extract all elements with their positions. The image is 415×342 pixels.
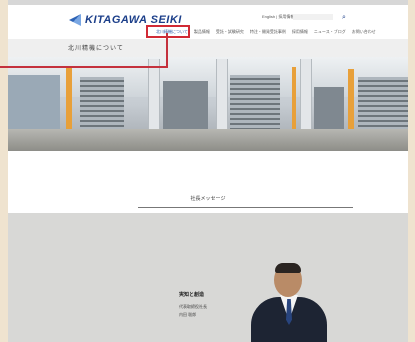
hero-machine: [163, 81, 208, 129]
nav-item-cases[interactable]: 特注・開発受託事例: [250, 29, 286, 35]
hero-orange-rail: [348, 69, 354, 133]
nav-highlight-box: [146, 25, 190, 38]
site-header: KITAGAWA SEIKI English | 採用情報 ⌕ 北川精機について…: [8, 5, 408, 39]
hero-machine: [314, 87, 344, 133]
search-input[interactable]: [293, 14, 333, 20]
hero-orange-rail: [292, 67, 296, 133]
hero-orange-rail: [66, 67, 72, 137]
logo-mark-icon: [69, 14, 81, 26]
portrait-hair: [275, 263, 301, 273]
hero-floor: [8, 129, 408, 151]
hero-pillar: [148, 59, 160, 137]
page-title-bar: 北川精機について: [8, 39, 408, 57]
message-title: 代表取締役社長: [179, 304, 207, 309]
callout-line-vertical: [166, 33, 168, 68]
message-person-name: 内田 聡郎: [179, 312, 197, 317]
hero-rack: [230, 75, 280, 133]
president-portrait: [246, 263, 336, 342]
hero-rack: [358, 77, 408, 133]
hero-factory-image: [8, 57, 408, 151]
callout-line-horizontal: [0, 66, 168, 68]
nav-item-products[interactable]: 製品情報: [194, 29, 210, 35]
nav-item-news[interactable]: ニュース・ブログ: [314, 29, 346, 35]
page-title: 北川精機について: [68, 45, 124, 52]
language-links[interactable]: English | 採用情報: [262, 14, 294, 20]
nav-item-contact[interactable]: お問い合わせ: [352, 29, 376, 35]
nav-item-testing[interactable]: 受託・試験研究: [216, 29, 244, 35]
hero-left-panel: [8, 75, 60, 135]
message-text-block: 実知と創造 代表取締役社長 内田 聡郎: [179, 291, 207, 318]
section-divider: [138, 207, 353, 208]
section-title: 社長メッセージ: [190, 196, 226, 202]
nav-item-recruit[interactable]: 採用情報: [292, 29, 308, 35]
message-heading: 実知と創造: [179, 292, 205, 298]
hero-pillar: [300, 59, 312, 137]
hero-pillar: [216, 59, 228, 137]
hero-rack: [80, 77, 124, 133]
president-message-area: 実知と創造 代表取締役社長 内田 聡郎: [8, 213, 408, 342]
browser-frame: KITAGAWA SEIKI English | 採用情報 ⌕ 北川精機について…: [8, 0, 408, 342]
search-icon[interactable]: ⌕: [342, 13, 346, 22]
message-heading-section: 社長メッセージ: [8, 151, 408, 213]
